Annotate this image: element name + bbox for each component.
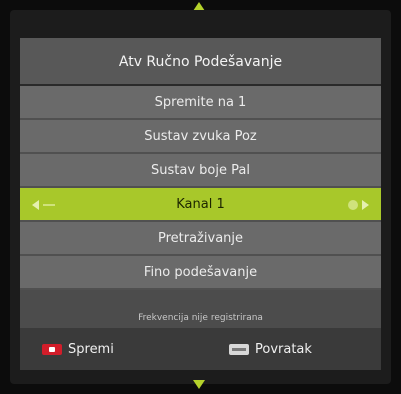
menu-item-label: Spremite na 1 bbox=[154, 95, 247, 110]
panel-title: Atv Ručno Podešavanje bbox=[20, 38, 381, 86]
right-arrow-icon bbox=[362, 200, 369, 210]
back-label: Povratak bbox=[255, 341, 312, 357]
menu-item-label: Kanal 1 bbox=[176, 197, 225, 212]
menu-item-sound-system[interactable]: Sustav zvuka Poz bbox=[20, 120, 381, 154]
menu-item-fine-tune[interactable]: Fino podešavanje bbox=[20, 256, 381, 290]
status-text: Frekvencija nije registrirana bbox=[138, 313, 263, 323]
left-arrow-icon bbox=[32, 200, 39, 210]
menu-key-icon bbox=[229, 343, 249, 355]
knob-icon bbox=[348, 200, 358, 210]
save-button[interactable]: Spremi bbox=[42, 328, 114, 370]
red-key-icon bbox=[42, 343, 62, 355]
menu-item-label: Sustav boje Pal bbox=[151, 163, 250, 178]
footer-bar: Spremi Povratak bbox=[20, 328, 381, 370]
scroll-down-icon[interactable] bbox=[193, 380, 205, 389]
menu-item-search[interactable]: Pretraživanje bbox=[20, 222, 381, 256]
save-label: Spremi bbox=[68, 341, 114, 357]
settings-panel: Atv Ručno Podešavanje Spremite na 1 Sust… bbox=[20, 38, 381, 370]
settings-menu: Spremite na 1 Sustav zvuka Poz Sustav bo… bbox=[20, 86, 381, 290]
menu-item-color-system[interactable]: Sustav boje Pal bbox=[20, 154, 381, 188]
channel-decrease-button[interactable] bbox=[32, 188, 55, 222]
menu-item-label: Pretraživanje bbox=[157, 231, 244, 246]
menu-item-save-to[interactable]: Spremite na 1 bbox=[20, 86, 381, 120]
back-button[interactable]: Povratak bbox=[229, 328, 312, 370]
menu-item-label: Fino podešavanje bbox=[143, 265, 258, 280]
minus-icon bbox=[43, 204, 55, 206]
menu-item-label: Sustav zvuka Poz bbox=[144, 129, 257, 144]
menu-item-channel[interactable]: Kanal 1 bbox=[20, 188, 381, 222]
channel-increase-button[interactable] bbox=[348, 188, 369, 222]
